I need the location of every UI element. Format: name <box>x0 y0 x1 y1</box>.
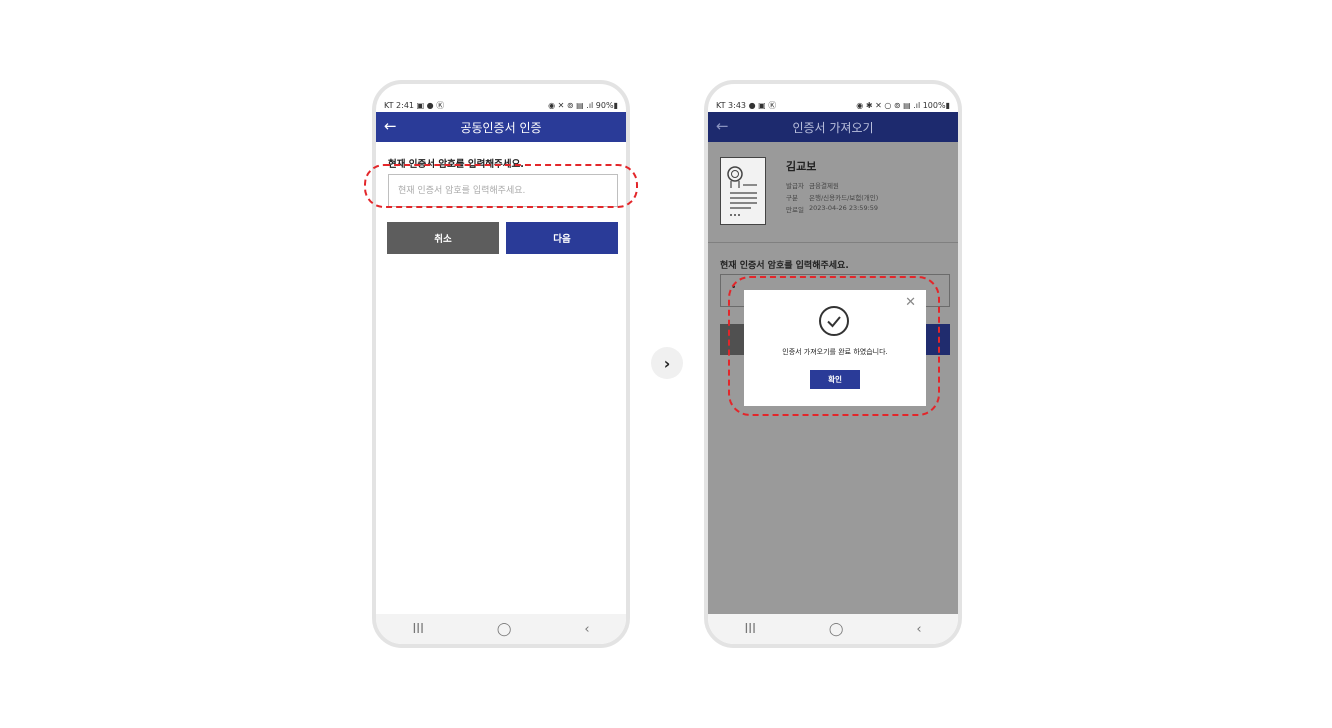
status-right: ◉ ✕ ⊚ ▤ .ıl 90%▮ <box>548 100 618 110</box>
cert-type-row: 구분 은행/신용카드/보험(개인) <box>786 192 878 202</box>
cert-issuer-key: 발급자 <box>786 182 804 190</box>
cert-issuer-value: 금융결제원 <box>809 182 839 190</box>
cert-type-key: 구분 <box>786 194 798 202</box>
section-divider <box>708 242 958 243</box>
status-left: KT 3:43 ● ▣ Ⓚ <box>716 100 777 110</box>
home-icon[interactable]: ◯ <box>497 622 512 637</box>
home-icon[interactable]: ◯ <box>829 622 844 637</box>
highlight-dialog <box>728 276 940 416</box>
status-right: ◉ ✱ ✕ ○ ⊚ ▤ .ıl 100%▮ <box>856 100 950 110</box>
status-bar: KT 3:43 ● ▣ Ⓚ ◉ ✱ ✕ ○ ⊚ ▤ .ıl 100%▮ <box>716 98 950 112</box>
certificate-owner-name: 김교보 <box>786 160 817 173</box>
cert-expiry-row: 만료일 2023-04-26 23:59:59 <box>786 204 878 214</box>
recent-apps-icon[interactable]: III <box>744 622 756 637</box>
page-title: 공동인증서 인증 <box>460 120 542 135</box>
app-bar: ← 인증서 가져오기 <box>708 112 958 142</box>
back-arrow-icon[interactable]: ← <box>716 117 729 135</box>
cert-expiry-key: 만료일 <box>786 206 804 214</box>
next-step-arrow-icon: › <box>651 347 683 379</box>
certificate-document-icon <box>720 157 766 225</box>
status-bar: KT 2:41 ▣ ● Ⓚ ◉ ✕ ⊚ ▤ .ıl 90%▮ <box>384 98 618 112</box>
nav-back-icon[interactable]: ‹ <box>916 622 921 637</box>
cert-issuer-row: 발급자 금융결제원 <box>786 180 839 190</box>
page-title: 인증서 가져오기 <box>792 120 874 135</box>
back-arrow-icon[interactable]: ← <box>384 117 397 135</box>
system-nav-bar: III ◯ ‹ <box>376 614 626 644</box>
cert-expiry-value: 2023-04-26 23:59:59 <box>809 204 879 212</box>
cancel-button[interactable]: 취소 <box>387 222 499 254</box>
app-bar: ← 공동인증서 인증 <box>376 112 626 142</box>
next-button[interactable]: 다음 <box>506 222 618 254</box>
system-nav-bar: III ◯ ‹ <box>708 614 958 644</box>
nav-back-icon[interactable]: ‹ <box>584 622 589 637</box>
password-label: 현재 인증서 암호를 입력해주세요. <box>720 261 849 271</box>
status-left: KT 2:41 ▣ ● Ⓚ <box>384 100 445 110</box>
recent-apps-icon[interactable]: III <box>412 622 424 637</box>
cert-type-value: 은행/신용카드/보험(개인) <box>809 194 879 202</box>
highlight-password-input <box>364 164 638 208</box>
